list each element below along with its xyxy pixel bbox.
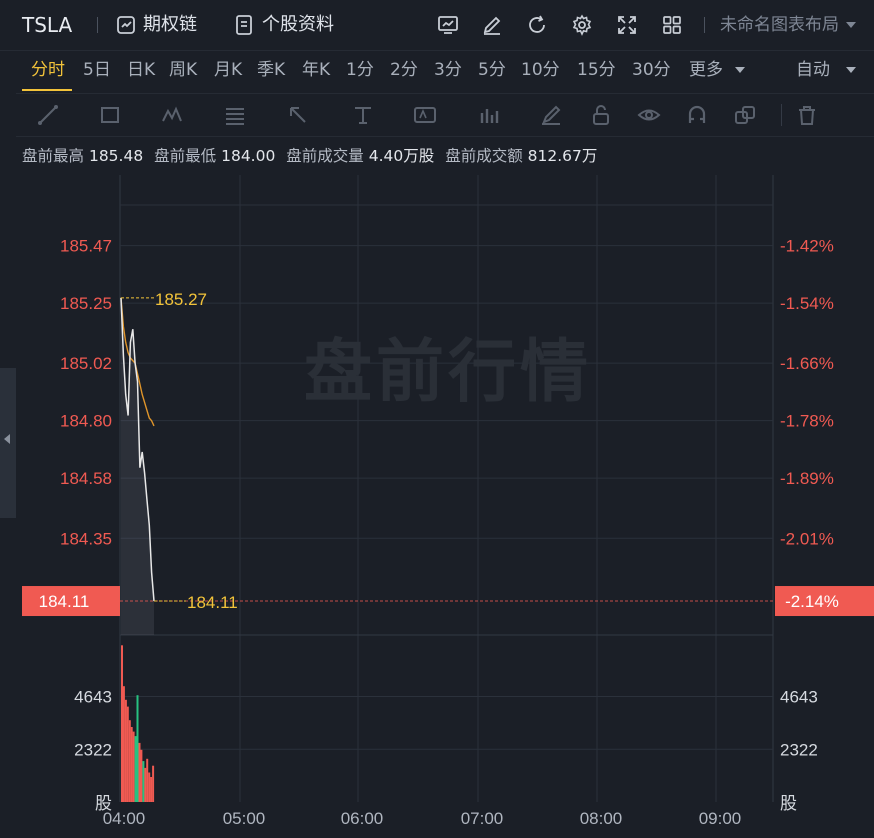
volume-bar bbox=[142, 761, 145, 802]
pct-tick-label: -1.54% bbox=[780, 294, 834, 313]
volume-bar bbox=[148, 772, 151, 802]
time-tick-label: 06:00 bbox=[341, 809, 384, 828]
volume-bar bbox=[132, 731, 135, 802]
volume-bars bbox=[121, 645, 155, 802]
last-price-marker: 184.11 bbox=[187, 593, 238, 612]
volume-bar bbox=[136, 695, 139, 802]
time-tick-label: 07:00 bbox=[461, 809, 504, 828]
volume-bar bbox=[150, 777, 153, 802]
current-price-text: 184.11 bbox=[39, 592, 90, 611]
watermark-text: 盘前行情 bbox=[304, 333, 592, 412]
volume-bar bbox=[121, 645, 123, 802]
open-price-marker: 185.27 bbox=[155, 290, 207, 309]
price-tick-label: 185.02 bbox=[60, 354, 112, 373]
time-tick-label: 08:00 bbox=[580, 809, 623, 828]
volume-tick-label: 2322 bbox=[74, 740, 112, 759]
volume-bar bbox=[128, 720, 131, 802]
volume-unit-label: 股 bbox=[780, 794, 797, 813]
price-tick-label: 184.58 bbox=[60, 469, 112, 488]
current-pct-text: -2.14% bbox=[785, 592, 839, 611]
time-tick-label: 04:00 bbox=[103, 809, 146, 828]
volume-bar bbox=[124, 699, 127, 802]
price-area bbox=[121, 297, 154, 635]
volume-tick-label: 4643 bbox=[74, 688, 112, 707]
pct-tick-label: -1.78% bbox=[780, 412, 834, 431]
axis-labels: 185.47 -1.42% 185.25 -1.54% 185.02 -1.66% 184.… bbox=[60, 237, 834, 828]
pct-tick-label: -1.66% bbox=[780, 354, 834, 373]
price-tick-label: 184.35 bbox=[60, 529, 112, 548]
volume-bar bbox=[140, 749, 143, 802]
volume-bar bbox=[126, 706, 129, 802]
volume-tick-label: 4643 bbox=[780, 688, 818, 707]
time-tick-label: 09:00 bbox=[699, 809, 742, 828]
volume-bar bbox=[144, 767, 147, 802]
time-tick-label: 05:00 bbox=[223, 809, 266, 828]
price-tick-label: 185.47 bbox=[60, 237, 112, 256]
volume-tick-label: 2322 bbox=[780, 740, 818, 759]
volume-bar bbox=[134, 736, 137, 802]
pct-tick-label: -2.01% bbox=[780, 529, 834, 548]
pct-tick-label: -1.42% bbox=[780, 237, 834, 256]
volume-bar bbox=[130, 727, 133, 802]
volume-bar bbox=[138, 742, 141, 802]
chart-grid bbox=[119, 175, 774, 802]
intraday-chart[interactable]: 盘前行情 185.47 -1.42% 185.25 -1.54% 185.02 -1.66… bbox=[0, 0, 874, 838]
pct-tick-label: -1.89% bbox=[780, 469, 834, 488]
price-tick-label: 184.80 bbox=[60, 412, 112, 431]
volume-bar bbox=[122, 686, 125, 802]
volume-bar bbox=[152, 765, 155, 802]
price-tick-label: 185.25 bbox=[60, 294, 112, 313]
volume-bar bbox=[146, 758, 149, 802]
